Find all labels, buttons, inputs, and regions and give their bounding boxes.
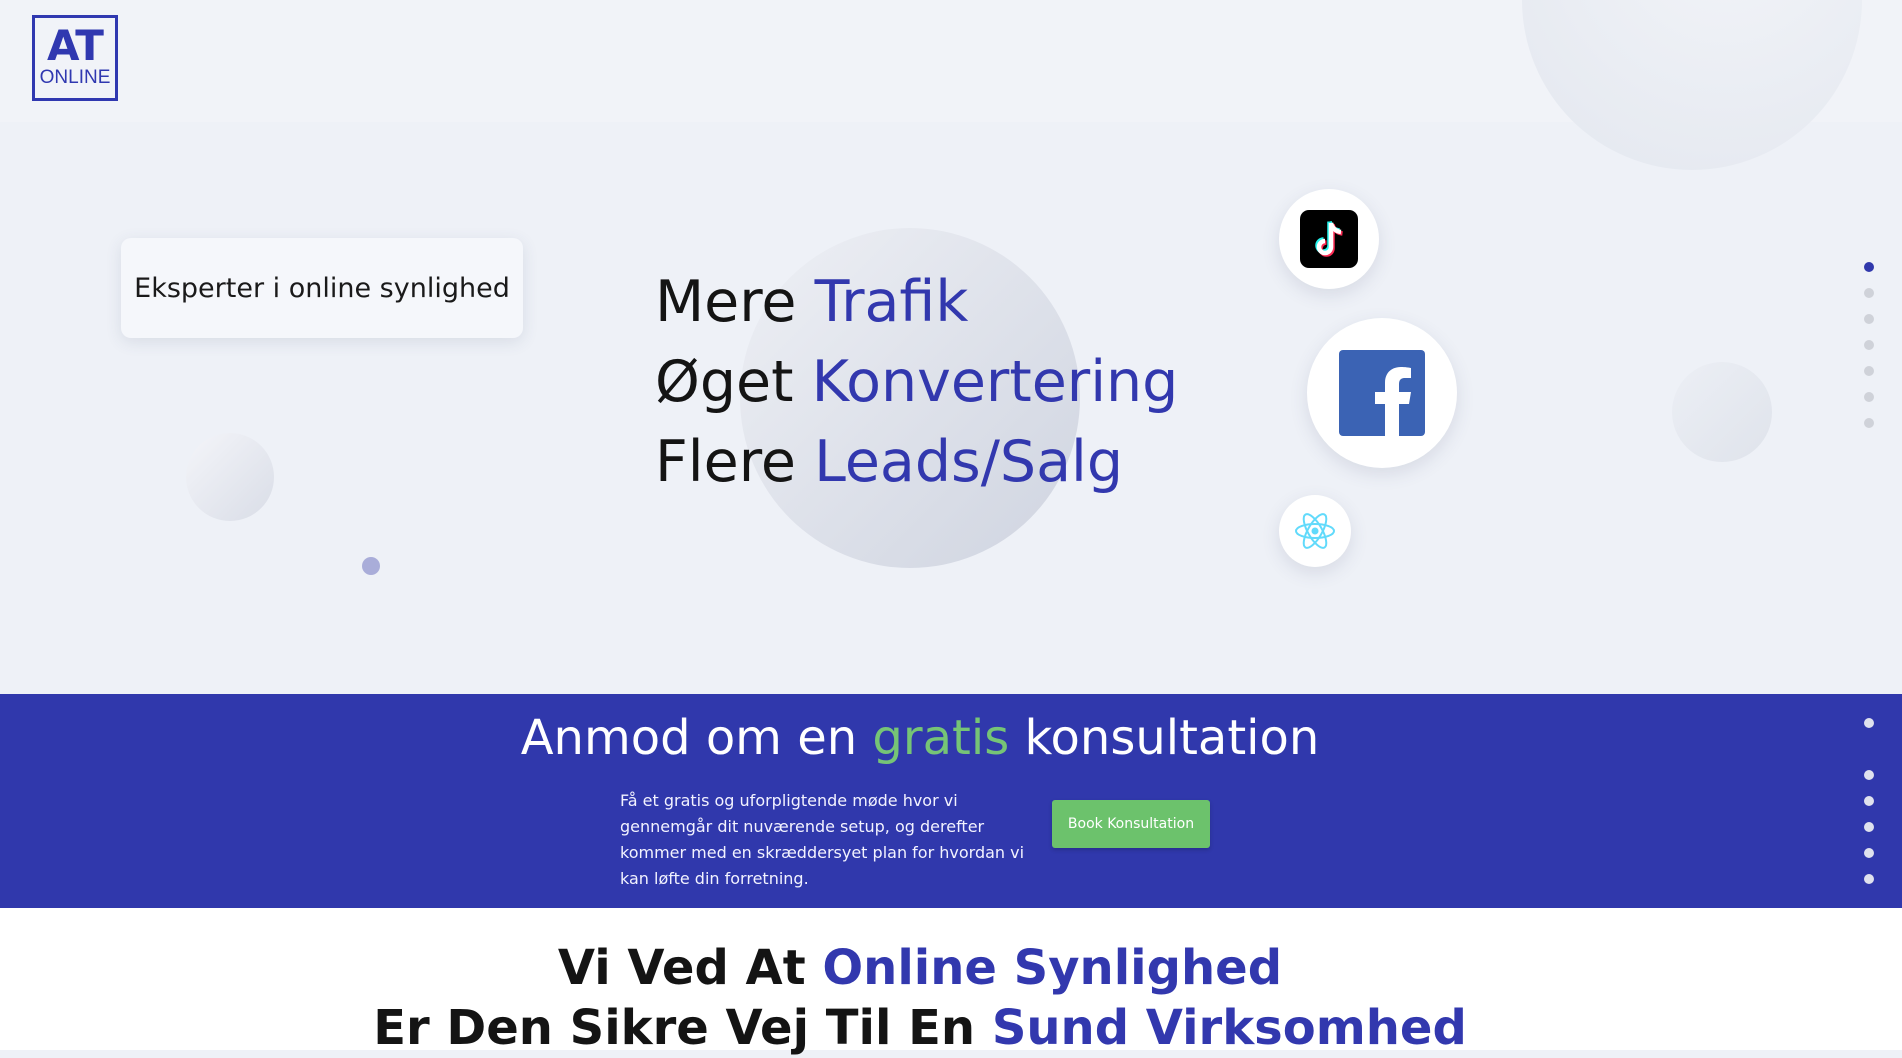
cta-title-text: konsultation [1024, 710, 1320, 766]
nav-dot[interactable] [1864, 874, 1874, 884]
banner-nav-dots [1864, 718, 1876, 900]
tiktok-icon [1300, 210, 1358, 268]
tiktok-badge [1279, 189, 1379, 289]
decorative-dot [362, 557, 380, 575]
headline-accent: Leads/Salg [814, 429, 1124, 495]
hero-headline: Mere Trafik Øget Konvertering Flere Lead… [655, 262, 1215, 502]
nav-dot[interactable] [1864, 718, 1874, 728]
nav-dot-active[interactable] [1864, 262, 1874, 272]
nav-dot-spacer [1864, 744, 1874, 754]
facebook-icon [1339, 350, 1425, 436]
headline-lead: Mere [655, 269, 797, 335]
cta-title-accent: gratis [872, 710, 1010, 766]
nav-dot[interactable] [1864, 366, 1874, 376]
logo-text-at: AT [47, 21, 104, 70]
section-heading-line: Er Den Sikre Vej Til En Sund Virksomhed [0, 998, 1840, 1058]
nav-dot[interactable] [1864, 418, 1874, 428]
decorative-bubble [186, 433, 274, 521]
headline-accent: Trafik [814, 269, 969, 335]
at-online-logo[interactable]: AT ONLINE [32, 15, 118, 101]
react-icon [1295, 513, 1335, 549]
nav-dot[interactable] [1864, 796, 1874, 806]
headline-lead: Flere [655, 429, 796, 495]
headline-line: Mere Trafik [655, 262, 1215, 342]
decorative-bubble [1522, 0, 1862, 170]
headline-line: Øget Konvertering [655, 342, 1215, 422]
cta-description: Få et gratis og uforpligtende møde hvor … [620, 791, 1025, 888]
heading-accent: Sund Virksomhed [991, 1000, 1467, 1056]
intro-section: Vi Ved At Online Synlighed Er Den Sikre … [0, 908, 1902, 1056]
heading-text: Vi Ved At [557, 940, 806, 996]
hero-tagline-card: Eksperter i online synlighed [121, 238, 523, 338]
headline-line: Flere Leads/Salg [655, 422, 1215, 502]
facebook-badge [1307, 318, 1457, 468]
nav-dot[interactable] [1864, 288, 1874, 298]
hero-tagline: Eksperter i online synlighed [134, 272, 510, 304]
consultation-banner: Anmod om en gratis konsultation Få et gr… [0, 694, 1902, 908]
headline-accent: Konvertering [811, 349, 1179, 415]
section-heading: Vi Ved At Online Synlighed Er Den Sikre … [0, 938, 1840, 1058]
nav-dot[interactable] [1864, 392, 1874, 402]
nav-dot[interactable] [1864, 770, 1874, 780]
section-heading-line: Vi Ved At Online Synlighed [0, 938, 1840, 998]
cta-title-text: Anmod om en [520, 710, 858, 766]
nav-dot[interactable] [1864, 822, 1874, 832]
book-consultation-button[interactable]: Book Konsultation [1052, 800, 1210, 848]
heading-text: Er Den Sikre Vej Til En [373, 1000, 976, 1056]
section-nav-dots [1864, 262, 1876, 444]
nav-dot[interactable] [1864, 848, 1874, 858]
react-badge [1279, 495, 1351, 567]
nav-dot[interactable] [1864, 314, 1874, 324]
headline-lead: Øget [655, 349, 794, 415]
nav-dot[interactable] [1864, 340, 1874, 350]
logo-text-online: ONLINE [39, 67, 111, 88]
cta-title: Anmod om en gratis konsultation [0, 706, 1840, 770]
decorative-bubble [1672, 362, 1772, 462]
heading-accent: Online Synlighed [822, 940, 1283, 996]
